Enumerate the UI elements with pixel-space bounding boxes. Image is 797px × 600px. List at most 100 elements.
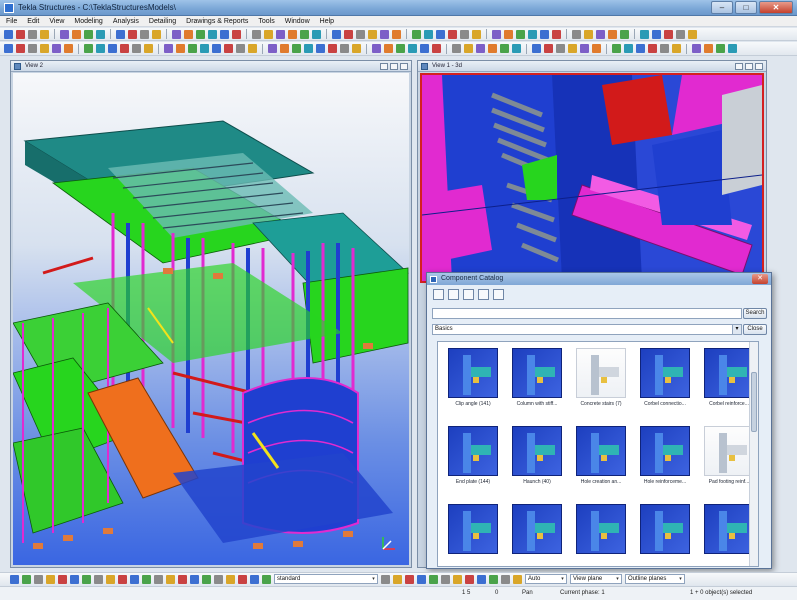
toolbar-tool-icon[interactable] xyxy=(500,44,509,53)
toolbar-tool-icon[interactable] xyxy=(184,29,193,39)
toolbar-tool-icon[interactable] xyxy=(592,44,601,53)
bottom-toolbar-icon[interactable] xyxy=(226,574,235,584)
catalog-component-item[interactable] xyxy=(442,504,504,566)
close-window-button[interactable]: ✕ xyxy=(759,1,793,14)
menu-help[interactable]: Help xyxy=(320,18,334,25)
catalog-component-item[interactable]: Hole creation an... xyxy=(570,426,632,504)
toolbar-tool-icon[interactable] xyxy=(144,44,153,53)
toolbar-tool-icon[interactable] xyxy=(120,44,129,53)
toolbar-tool-icon[interactable] xyxy=(164,44,173,53)
toolbar-tool-icon[interactable] xyxy=(16,44,25,53)
bottom-toolbar-icon[interactable] xyxy=(190,574,199,584)
toolbar-tool-icon[interactable] xyxy=(96,29,105,39)
view-close-button[interactable] xyxy=(400,63,408,70)
bottom-toolbar-icon[interactable] xyxy=(417,574,426,584)
toolbar-tool-icon[interactable] xyxy=(676,29,685,39)
toolbar-tool-icon[interactable] xyxy=(300,29,309,39)
toolbar-tool-icon[interactable] xyxy=(196,29,205,39)
bottom-toolbar-icon[interactable] xyxy=(262,574,271,584)
toolbar-tool-icon[interactable] xyxy=(540,29,549,39)
toolbar-tool-icon[interactable] xyxy=(372,44,381,53)
view-maximize-button[interactable] xyxy=(390,63,398,70)
bottom-toolbar-icon[interactable] xyxy=(46,574,55,584)
toolbar-tool-icon[interactable] xyxy=(528,29,537,39)
bottom-toolbar-icon[interactable] xyxy=(34,574,43,584)
toolbar-tool-icon[interactable] xyxy=(648,44,657,53)
toolbar-tool-icon[interactable] xyxy=(436,29,445,39)
menu-analysis[interactable]: Analysis xyxy=(113,18,139,25)
toolbar-tool-icon[interactable] xyxy=(200,44,209,53)
toolbar-tool-icon[interactable] xyxy=(224,44,233,53)
catalog-thumbnail-view-icon[interactable] xyxy=(463,288,474,300)
toolbar-tool-icon[interactable] xyxy=(332,29,341,39)
toolbar-tool-icon[interactable] xyxy=(52,44,61,53)
minimize-button[interactable]: – xyxy=(711,1,733,14)
toolbar-tool-icon[interactable] xyxy=(396,44,405,53)
bottom-toolbar-icon[interactable] xyxy=(82,574,91,584)
toolbar-tool-icon[interactable] xyxy=(248,44,257,53)
toolbar-tool-icon[interactable] xyxy=(40,44,49,53)
bottom-toolbar-icon[interactable] xyxy=(142,574,151,584)
toolbar-tool-icon[interactable] xyxy=(420,44,429,53)
model-3d-canvas[interactable] xyxy=(13,73,409,565)
catalog-component-item[interactable] xyxy=(506,504,568,566)
menu-file[interactable]: File xyxy=(6,18,17,25)
bottom-toolbar-icon[interactable] xyxy=(381,574,390,584)
toolbar-tool-icon[interactable] xyxy=(488,44,497,53)
bottom-toolbar-icon[interactable] xyxy=(178,574,187,584)
toolbar-tool-icon[interactable] xyxy=(328,44,337,53)
toolbar-tool-icon[interactable] xyxy=(412,29,421,39)
view-minimize-button[interactable] xyxy=(735,63,743,70)
toolbar-tool-icon[interactable] xyxy=(692,44,701,53)
toolbar-tool-icon[interactable] xyxy=(596,29,605,39)
menu-view[interactable]: View xyxy=(49,18,64,25)
menu-modeling[interactable]: Modeling xyxy=(74,18,102,25)
bottom-toolbar-icon[interactable] xyxy=(58,574,67,584)
toolbar-tool-icon[interactable] xyxy=(84,29,93,39)
catalog-component-item[interactable]: Hole reinforceme... xyxy=(634,426,696,504)
toolbar-tool-icon[interactable] xyxy=(512,44,521,53)
toolbar-tool-icon[interactable] xyxy=(220,29,229,39)
toolbar-tool-icon[interactable] xyxy=(408,44,417,53)
menu-edit[interactable]: Edit xyxy=(27,18,39,25)
toolbar-tool-icon[interactable] xyxy=(316,44,325,53)
toolbar-tool-icon[interactable] xyxy=(236,44,245,53)
bottom-toolbar-icon[interactable] xyxy=(501,574,510,584)
catalog-details-view-icon[interactable] xyxy=(478,288,489,300)
toolbar-tool-icon[interactable] xyxy=(132,44,141,53)
bottom-toolbar-icon[interactable] xyxy=(22,574,31,584)
toolbar-tool-icon[interactable] xyxy=(252,29,261,39)
standard-settings-select[interactable]: standard ▾ xyxy=(274,574,378,584)
bottom-toolbar-icon[interactable] xyxy=(154,574,163,584)
toolbar-tool-icon[interactable] xyxy=(544,44,553,53)
toolbar-tool-icon[interactable] xyxy=(352,44,361,53)
catalog-close-icon[interactable]: ✕ xyxy=(752,274,768,284)
toolbar-tool-icon[interactable] xyxy=(476,44,485,53)
toolbar-tool-icon[interactable] xyxy=(424,29,433,39)
toolbar-tool-icon[interactable] xyxy=(276,29,285,39)
toolbar-tool-icon[interactable] xyxy=(384,44,393,53)
snap-auto-select[interactable]: Auto ▾ xyxy=(525,574,567,584)
toolbar-tool-icon[interactable] xyxy=(140,29,149,39)
toolbar-tool-icon[interactable] xyxy=(108,44,117,53)
outline-planes-select[interactable]: Outline planes ▾ xyxy=(625,574,685,584)
catalog-scrollbar[interactable] xyxy=(749,342,758,566)
toolbar-tool-icon[interactable] xyxy=(72,29,81,39)
toolbar-tool-icon[interactable] xyxy=(312,29,321,39)
model-3d-canvas-closeup[interactable] xyxy=(420,73,764,283)
toolbar-tool-icon[interactable] xyxy=(280,44,289,53)
toolbar-tool-icon[interactable] xyxy=(580,44,589,53)
bottom-toolbar-icon[interactable] xyxy=(94,574,103,584)
bottom-toolbar-icon[interactable] xyxy=(465,574,474,584)
toolbar-tool-icon[interactable] xyxy=(304,44,313,53)
toolbar-tool-icon[interactable] xyxy=(368,29,377,39)
menu-drawings-reports[interactable]: Drawings & Reports xyxy=(186,18,248,25)
toolbar-tool-icon[interactable] xyxy=(636,44,645,53)
toolbar-tool-icon[interactable] xyxy=(4,29,13,39)
bottom-toolbar-icon[interactable] xyxy=(238,574,247,584)
catalog-scrollbar-thumb[interactable] xyxy=(751,372,757,432)
toolbar-tool-icon[interactable] xyxy=(532,44,541,53)
maximize-button[interactable]: □ xyxy=(735,1,757,14)
toolbar-tool-icon[interactable] xyxy=(660,44,669,53)
catalog-component-item[interactable]: Column with stiff... xyxy=(506,348,568,426)
